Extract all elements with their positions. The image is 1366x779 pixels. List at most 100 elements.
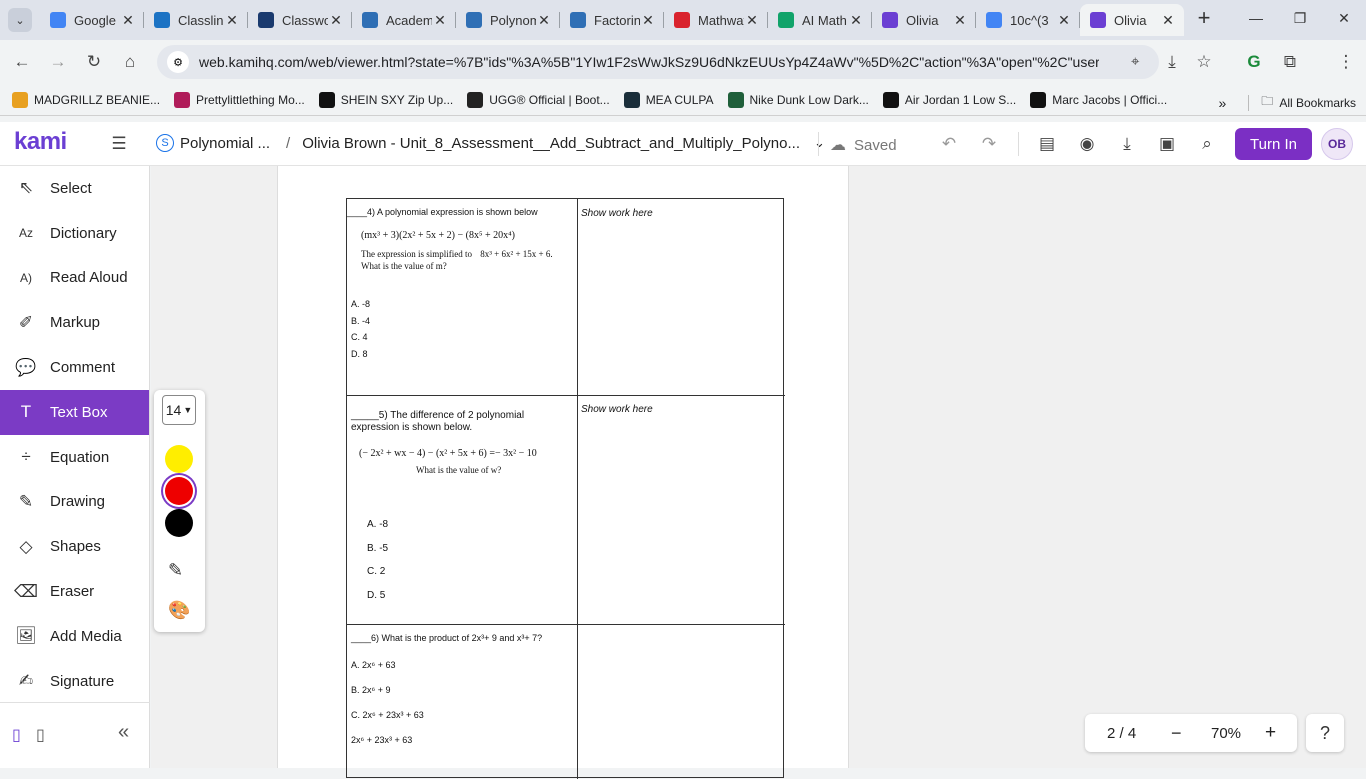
omnibox[interactable]: ⚙ web.kamihq.com/web/viewer.html?state=%… bbox=[157, 45, 1159, 79]
classroom-icon: S bbox=[156, 134, 174, 152]
browser-tab[interactable]: AI Math ✕ bbox=[768, 4, 872, 36]
search-icon[interactable]: ⌕ bbox=[1196, 133, 1218, 155]
new-tab-button[interactable]: + bbox=[1190, 4, 1218, 32]
tool-text-box[interactable]: T Text Box bbox=[0, 389, 149, 435]
all-bookmarks-link[interactable]: All Bookmarks bbox=[1279, 96, 1356, 110]
restore-button[interactable]: ❐ bbox=[1278, 0, 1322, 36]
tool-signature[interactable]: ✍ Signature bbox=[0, 659, 149, 704]
browser-tab[interactable]: Mathway✕ bbox=[664, 4, 768, 36]
browser-menu-icon[interactable]: ⋮ bbox=[1334, 50, 1358, 74]
browser-tab[interactable]: Academy✕ bbox=[352, 4, 456, 36]
home-button[interactable]: ⌂ bbox=[118, 50, 142, 74]
split-view-icon[interactable]: ▯ bbox=[36, 725, 45, 745]
browser-tab[interactable]: Google ✕ bbox=[40, 4, 144, 36]
close-tab-icon[interactable]: ✕ bbox=[744, 12, 760, 29]
bookmark-item[interactable]: Marc Jacobs | Offici... bbox=[1030, 91, 1167, 108]
cloud-check-icon: ☁ bbox=[830, 137, 846, 154]
kami-logo[interactable]: kami bbox=[14, 128, 67, 156]
pdf-page[interactable]: ____4) A polynomial expression is shown … bbox=[277, 166, 849, 779]
tool-add-media[interactable]: 🖼 Add Media bbox=[0, 614, 149, 659]
tool-markup[interactable]: ✐ Markup bbox=[0, 300, 149, 345]
close-tab-icon[interactable]: ✕ bbox=[952, 12, 968, 29]
url-text[interactable]: web.kamihq.com/web/viewer.html?state=%7B… bbox=[199, 54, 1099, 70]
forward-button[interactable]: → bbox=[46, 50, 70, 74]
document-info-icon[interactable]: ▤ bbox=[1036, 133, 1058, 155]
text-box-palette: 14 ▼ ✎ 🎨 bbox=[154, 390, 205, 632]
hac-icon bbox=[258, 12, 274, 28]
custom-color-picker-icon[interactable]: ✎ bbox=[168, 560, 183, 581]
color-swatch[interactable] bbox=[165, 445, 193, 473]
font-size-select[interactable]: 14 ▼ bbox=[162, 395, 196, 425]
tool-eraser[interactable]: ⌫ Eraser bbox=[0, 569, 149, 614]
redo-icon[interactable]: ↷ bbox=[978, 133, 1000, 155]
bookmark-item[interactable]: SHEIN SXY Zip Up... bbox=[318, 91, 453, 108]
extensions-puzzle-icon[interactable]: ⧉ bbox=[1278, 50, 1302, 74]
bookmarks-bar-right: » 🗀 All Bookmarks bbox=[1219, 92, 1356, 113]
close-window-button[interactable]: ✕ bbox=[1322, 0, 1366, 36]
close-tab-icon[interactable]: ✕ bbox=[536, 12, 552, 29]
browser-tab[interactable]: Olivia ✕ bbox=[1080, 4, 1184, 36]
tool-comment[interactable]: 💬 Comment bbox=[0, 345, 149, 390]
tool-select[interactable]: ⇖ Select bbox=[0, 166, 149, 211]
answer-option: A. 2x⁶ + 63 bbox=[351, 660, 396, 670]
avatar[interactable]: OB bbox=[1321, 128, 1353, 160]
tool-read-aloud[interactable]: A) Read Aloud bbox=[0, 256, 149, 301]
class-name-link[interactable]: Polynomial ... bbox=[180, 135, 270, 152]
tool-label: Drawing bbox=[50, 493, 106, 511]
zoom-out-button[interactable]: − bbox=[1171, 723, 1182, 744]
back-button[interactable]: ← bbox=[10, 50, 34, 74]
zoom-in-button[interactable]: + bbox=[1265, 722, 1276, 744]
close-tab-icon[interactable]: ✕ bbox=[848, 12, 864, 29]
color-swatch[interactable] bbox=[165, 509, 193, 537]
chevron-down-icon[interactable]: ⌄ bbox=[814, 135, 825, 151]
tool-dictionary[interactable]: Az Dictionary bbox=[0, 211, 149, 256]
palette-icon[interactable]: 🎨 bbox=[168, 600, 190, 621]
color-swatch[interactable] bbox=[165, 477, 193, 505]
download-icon[interactable]: ⤓ bbox=[1116, 133, 1138, 155]
outline-list-icon[interactable]: ☰ bbox=[108, 133, 130, 155]
page-indicator[interactable]: 2 / 4 bbox=[1107, 725, 1136, 742]
tab-search-button[interactable]: ⌄ bbox=[8, 8, 32, 32]
more-bookmarks-icon[interactable]: » bbox=[1219, 95, 1227, 111]
tool-equation[interactable]: ÷ Equation bbox=[0, 435, 149, 480]
bookmark-item[interactable]: Prettylittlething Mo... bbox=[174, 91, 305, 108]
browser-tab[interactable]: Classlink✕ bbox=[144, 4, 248, 36]
close-tab-icon[interactable]: ✕ bbox=[432, 12, 448, 29]
bookmark-item[interactable]: MADGRILLZ BEANIE... bbox=[12, 91, 160, 108]
close-tab-icon[interactable]: ✕ bbox=[1056, 12, 1072, 29]
location-icon[interactable]: ⌖ bbox=[1131, 53, 1139, 70]
browser-tab[interactable]: Classwork✕ bbox=[248, 4, 352, 36]
document-title[interactable]: Olivia Brown - Unit_8_Assessment__Add_Su… bbox=[302, 135, 800, 152]
bookmark-item[interactable]: UGG® Official | Boot... bbox=[467, 91, 610, 108]
tool-shapes[interactable]: ◇ Shapes bbox=[0, 524, 149, 569]
single-page-view-icon[interactable]: ▯ bbox=[12, 725, 21, 745]
zoom-level[interactable]: 70% bbox=[1211, 725, 1241, 742]
bookmark-item[interactable]: MEA CULPA bbox=[623, 91, 714, 108]
browser-tab[interactable]: Factoring✕ bbox=[560, 4, 664, 36]
bookmark-star-icon[interactable]: ☆ bbox=[1192, 50, 1216, 74]
browser-tab[interactable]: 10c^(3 ✕ bbox=[976, 4, 1080, 36]
close-tab-icon[interactable]: ✕ bbox=[120, 12, 136, 29]
close-tab-icon[interactable]: ✕ bbox=[640, 12, 656, 29]
tool-drawing[interactable]: ✎ Drawing bbox=[0, 480, 149, 525]
browser-tab[interactable]: Olivia ✕ bbox=[872, 4, 976, 36]
close-tab-icon[interactable]: ✕ bbox=[328, 12, 344, 29]
undo-icon[interactable]: ↶ bbox=[938, 133, 960, 155]
minimize-button[interactable]: — bbox=[1234, 0, 1278, 36]
collapse-sidebar-icon[interactable]: « bbox=[118, 721, 129, 744]
bookmark-item[interactable]: Nike Dunk Low Dark... bbox=[727, 91, 869, 108]
browser-tab[interactable]: Polynomial✕ bbox=[456, 4, 560, 36]
view-eye-icon[interactable]: ◉ bbox=[1076, 133, 1098, 155]
reload-button[interactable]: ↻ bbox=[82, 50, 106, 74]
grammarly-extension-icon[interactable]: G bbox=[1242, 50, 1266, 74]
bookmark-item[interactable]: Air Jordan 1 Low S... bbox=[882, 91, 1016, 108]
toolbox-icon[interactable]: ▣ bbox=[1156, 133, 1178, 155]
turn-in-button[interactable]: Turn In bbox=[1235, 128, 1312, 160]
site-info-icon[interactable]: ⚙ bbox=[167, 51, 189, 73]
question-4-expression: (mx³ + 3)(2x² + 5x + 2) − (8x⁵ + 20x⁴) bbox=[361, 230, 515, 241]
help-button[interactable]: ? bbox=[1306, 714, 1344, 752]
install-app-icon[interactable]: ⤓ bbox=[1160, 50, 1184, 74]
close-tab-icon[interactable]: ✕ bbox=[224, 12, 240, 29]
p-icon bbox=[570, 12, 586, 28]
close-tab-icon[interactable]: ✕ bbox=[1160, 12, 1176, 29]
